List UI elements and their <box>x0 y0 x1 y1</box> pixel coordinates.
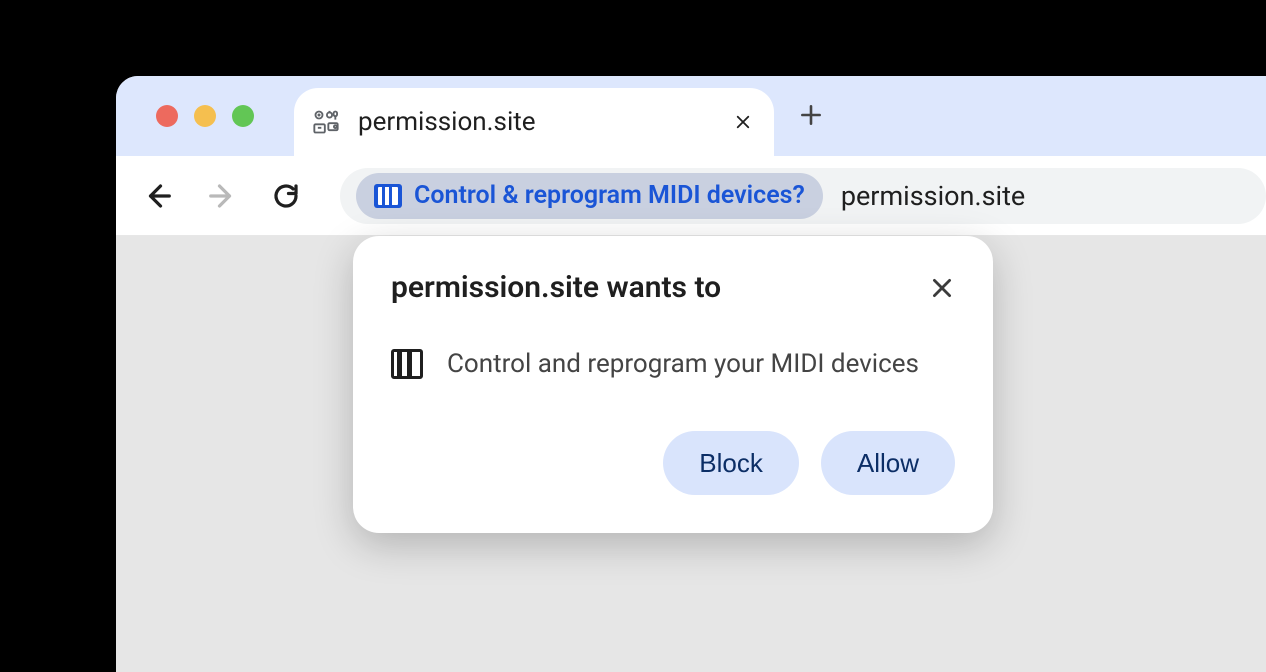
browser-window: permission.site <box>116 76 1266 672</box>
minimize-window-button[interactable] <box>194 105 216 127</box>
block-button[interactable]: Block <box>663 431 799 495</box>
midi-icon <box>391 349 423 379</box>
midi-icon <box>374 184 402 208</box>
site-permissions-icon <box>312 108 340 136</box>
tab-title: permission.site <box>358 107 712 137</box>
url-text: permission.site <box>841 180 1025 212</box>
close-tab-button[interactable] <box>730 109 756 135</box>
browser-tab[interactable]: permission.site <box>294 88 774 156</box>
address-bar[interactable]: Control & reprogram MIDI devices? permis… <box>340 168 1266 224</box>
popup-title: permission.site wants to <box>391 270 721 305</box>
close-window-button[interactable] <box>156 105 178 127</box>
tab-strip: permission.site <box>116 76 1266 156</box>
permission-popup: permission.site wants to Control and rep… <box>353 236 993 533</box>
close-icon[interactable] <box>929 275 955 301</box>
back-button[interactable] <box>140 178 176 214</box>
allow-button[interactable]: Allow <box>821 431 955 495</box>
permission-description: Control and reprogram your MIDI devices <box>447 349 919 379</box>
forward-button[interactable] <box>204 178 240 214</box>
permission-chip-label: Control & reprogram MIDI devices? <box>414 181 805 210</box>
reload-button[interactable] <box>268 178 304 214</box>
toolbar: Control & reprogram MIDI devices? permis… <box>116 156 1266 236</box>
maximize-window-button[interactable] <box>232 105 254 127</box>
window-controls <box>156 105 254 127</box>
permission-chip[interactable]: Control & reprogram MIDI devices? <box>356 173 823 219</box>
new-tab-button[interactable] <box>798 102 824 128</box>
